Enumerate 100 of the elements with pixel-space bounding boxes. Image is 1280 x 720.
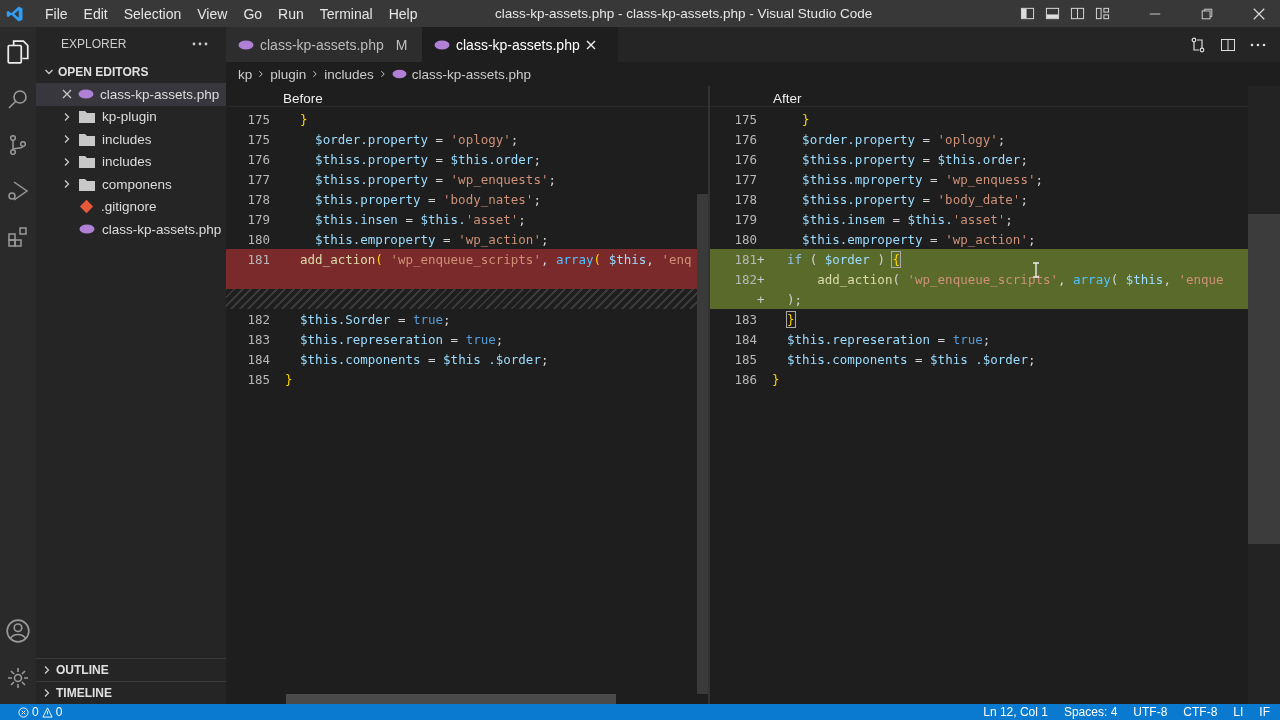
scrollbar-thumb[interactable] (286, 694, 616, 704)
files-icon[interactable] (5, 39, 31, 65)
file-tree-item[interactable]: includes (36, 150, 226, 173)
breadcrumb-item[interactable]: kp (238, 66, 253, 82)
status-item[interactable]: Ln 12, Col 1 (983, 705, 1048, 719)
code-line: } (801, 111, 810, 127)
editor-tab[interactable]: class-kp-assets.php M (226, 27, 422, 62)
line-number: 176 (734, 151, 757, 167)
code-line: $this.emproperty = 'wp_action'; (314, 231, 549, 247)
toggle-secondary-sidebar-icon[interactable] (1070, 6, 1085, 21)
line-number: 185 (734, 351, 757, 367)
problems-status[interactable]: 0 0 (18, 705, 63, 719)
code-line: $order.property = 'oplogy'; (314, 131, 519, 147)
status-item[interactable]: IF (1259, 705, 1270, 719)
file-tree-item[interactable]: kp-plugin (36, 105, 226, 128)
breadcrumb-item[interactable]: plugin (270, 66, 307, 82)
line-number: 182 (247, 311, 270, 327)
section-header[interactable]: OUTLINE (56, 663, 109, 677)
status-item[interactable]: LI (1233, 705, 1244, 719)
file-tree-item[interactable]: includes (36, 128, 226, 151)
close-icon[interactable] (62, 89, 72, 100)
chevron-icon[interactable] (42, 688, 52, 698)
code-line: add_action( 'wp_enqueue_scripts', array( $this, 'enq (299, 251, 692, 267)
line-number: 176 (734, 131, 757, 147)
chevron-right-icon (62, 111, 72, 122)
error-icon (18, 706, 29, 718)
chevron-right-icon (62, 179, 72, 190)
chevron-right-icon (257, 69, 266, 79)
line-number: 184 (734, 331, 757, 347)
code-line: add_action( 'wp_enqueue_scripts', array( $this, 'enque (816, 271, 1224, 287)
toggle-panel-icon[interactable] (1045, 6, 1060, 21)
status-item[interactable]: Spaces: 4 (1063, 705, 1118, 719)
chevron-right-icon (311, 69, 320, 79)
scrollbar-thumb[interactable] (1248, 214, 1280, 544)
search-icon[interactable] (6, 87, 30, 111)
line-number: 180 (734, 231, 757, 247)
code-line: if ( $order ) { (786, 251, 900, 267)
more-actions-icon[interactable] (192, 42, 208, 46)
extensions-icon[interactable] (6, 225, 30, 249)
code-line: $order.property = 'oplogy'; (801, 131, 1006, 147)
menu-item[interactable]: View (189, 5, 236, 22)
chevron-icon[interactable] (44, 67, 54, 77)
menu-item[interactable]: File (37, 5, 76, 22)
more-actions-icon[interactable] (1250, 42, 1266, 47)
close-icon[interactable] (1252, 6, 1266, 21)
breadcrumb-item[interactable]: includes (324, 66, 374, 82)
code-line: } (771, 371, 780, 387)
menu-item[interactable]: Terminal (311, 5, 381, 22)
chevron-right-icon (62, 156, 72, 167)
code-line: $thiss.property = $this.order; (801, 151, 1028, 167)
restore-icon[interactable] (1200, 6, 1214, 21)
file-tree-item[interactable]: .gitignore (36, 195, 226, 218)
editor-tab[interactable]: class-kp-assets.php (422, 27, 618, 62)
chevron-icon[interactable] (42, 665, 52, 675)
folder-icon (79, 177, 95, 191)
file-tree-item[interactable]: class-kp-assets.php (36, 218, 226, 241)
code-line: $this.represeration = true; (299, 331, 504, 347)
line-number: 179 (734, 211, 757, 227)
diff-marker: + (757, 291, 765, 307)
folder-icon (79, 155, 95, 169)
code-line: $this.emproperty = 'wp_action'; (801, 231, 1036, 247)
open-editor-item[interactable]: class-kp-assets.php (36, 83, 226, 106)
code-line: $this.insem = $this.'asset'; (801, 211, 1013, 227)
status-item[interactable]: UTF-8 (1133, 705, 1168, 719)
toggle-sidebar-icon[interactable] (1020, 6, 1035, 21)
breadcrumb-item[interactable]: class-kp-assets.php (411, 66, 532, 82)
line-number: 184 (247, 351, 270, 367)
layout-icon[interactable] (1095, 6, 1110, 21)
line-number: 180 (247, 231, 270, 247)
status-item[interactable]: CTF-8 (1183, 705, 1218, 719)
section-header[interactable]: TIMELINE (56, 686, 112, 700)
menu-item[interactable]: Help (380, 5, 426, 22)
menu-item[interactable]: Run (270, 5, 312, 22)
settings-icon[interactable] (6, 666, 30, 690)
compare-changes-icon[interactable] (1190, 36, 1206, 53)
line-number: 183 (734, 311, 757, 327)
code-line: $thiss.mproperty = 'wp_enquess'; (801, 171, 1043, 187)
php-file-icon (434, 39, 450, 50)
code-line: } (299, 111, 308, 127)
chevron-right-icon (62, 134, 72, 145)
menu-item[interactable]: Go (235, 5, 271, 22)
warning-icon (41, 706, 53, 718)
split-editor-icon[interactable] (1220, 36, 1236, 53)
diff-marker: + (757, 271, 765, 287)
file-tree-item[interactable]: componens (36, 173, 226, 196)
line-number: 177 (734, 171, 757, 187)
menu-item[interactable]: Edit (75, 5, 116, 22)
run-debug-icon[interactable] (6, 179, 30, 203)
line-number: 186 (734, 371, 757, 387)
scrollbar-thumb[interactable] (697, 194, 708, 694)
line-number: 182 (734, 271, 757, 287)
section-header[interactable]: OPEN EDITORS (58, 65, 149, 79)
code-line: $thiss.property = 'body_date'; (801, 191, 1028, 207)
line-number: 178 (247, 191, 270, 207)
line-number: 175 (247, 131, 270, 147)
line-number: 175 (734, 111, 757, 127)
account-icon[interactable] (5, 618, 31, 644)
line-number: 176 (247, 151, 270, 167)
php-file-icon (79, 224, 95, 235)
menu-item[interactable]: Selection (115, 5, 190, 22)
